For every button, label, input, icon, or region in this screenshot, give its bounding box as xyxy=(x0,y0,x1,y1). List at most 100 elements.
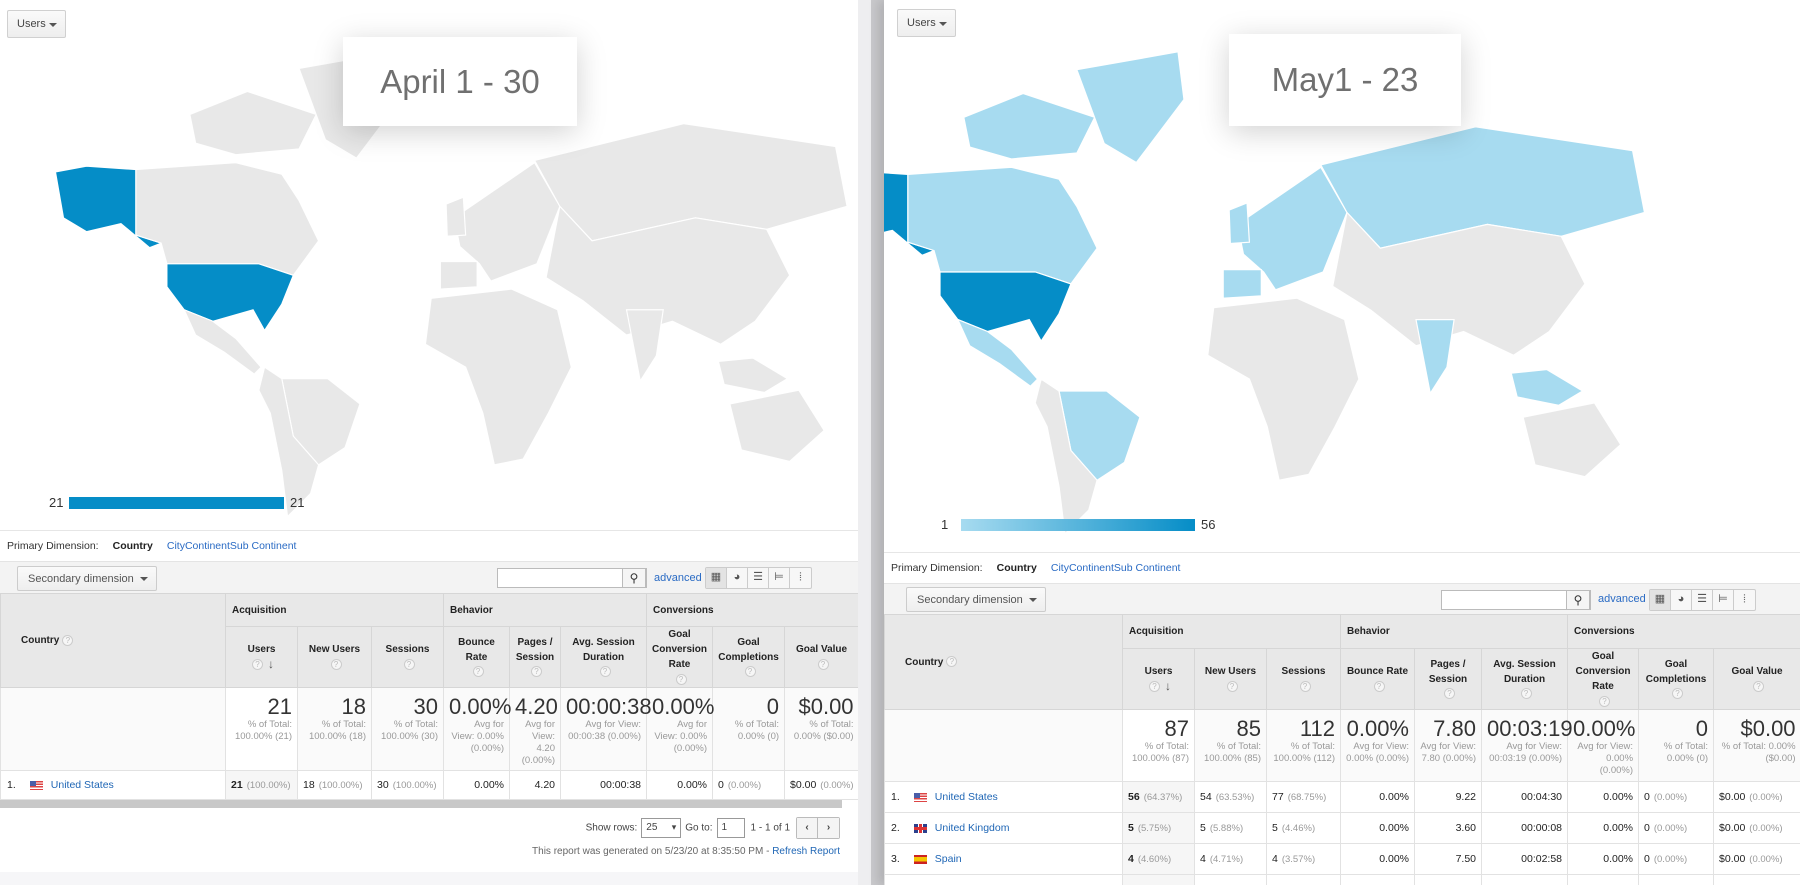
column-header-goal-completions[interactable]: Goal Completions? xyxy=(1638,648,1715,710)
map-region-canada[interactable] xyxy=(907,166,1098,285)
advanced-filter-link[interactable]: advanced xyxy=(654,572,702,584)
view-switcher[interactable]: ▦ ◕ ☰ ⊨ ⦙ xyxy=(705,567,812,589)
map-region-seasia[interactable] xyxy=(1510,368,1584,406)
help-icon[interactable]: ? xyxy=(472,666,484,678)
map-region-spain[interactable] xyxy=(439,260,478,290)
column-header-goal-conversion-rate[interactable]: Goal Conversion Rate? xyxy=(646,626,714,688)
next-page-button[interactable]: › xyxy=(818,818,839,838)
metric-dropdown[interactable]: Users xyxy=(897,9,956,37)
performance-view-icon[interactable]: ☰ xyxy=(748,568,769,588)
help-icon[interactable]: ? xyxy=(1672,688,1684,700)
column-header-new-users[interactable]: New Users? xyxy=(297,626,372,688)
help-icon[interactable]: ? xyxy=(531,666,542,678)
sort-descending-icon[interactable]: ↓ xyxy=(1165,679,1171,693)
comparison-view-icon[interactable]: ⊨ xyxy=(1713,589,1734,610)
column-header-pages-session[interactable]: Pages / Session? xyxy=(509,626,561,688)
map-region-arctic[interactable] xyxy=(963,92,1096,160)
help-icon[interactable]: ? xyxy=(599,666,611,678)
help-icon[interactable]: ? xyxy=(817,658,829,670)
horizontal-scrollbar[interactable] xyxy=(0,800,842,808)
column-header-goal-value[interactable]: Goal Value? xyxy=(1713,648,1800,710)
map-region-uk[interactable] xyxy=(1228,202,1251,245)
map-region-mexico[interactable] xyxy=(183,308,262,375)
refresh-report-link[interactable]: Refresh Report xyxy=(772,846,840,857)
help-icon[interactable]: ? xyxy=(62,634,74,646)
help-icon[interactable]: ? xyxy=(330,658,342,670)
dimension-option-city[interactable]: City xyxy=(1051,562,1069,574)
map-region-greenland[interactable] xyxy=(1076,51,1185,164)
column-header-bounce-rate[interactable]: Bounce Rate? xyxy=(443,626,510,688)
column-header-goal-value[interactable]: Goal Value? xyxy=(784,626,858,688)
column-header-avg-session-duration[interactable]: Avg. Session Duration? xyxy=(1480,648,1569,710)
map-region-australia[interactable] xyxy=(1522,402,1622,478)
secondary-dimension-dropdown[interactable]: Secondary dimension xyxy=(17,565,157,591)
column-header-sessions[interactable]: Sessions? xyxy=(1266,648,1341,710)
column-header-users[interactable]: Users? ↓ xyxy=(1122,648,1195,710)
column-header-bounce-rate[interactable]: Bounce Rate? xyxy=(1340,648,1415,710)
map-region-usa[interactable] xyxy=(939,271,1072,343)
pie-view-icon[interactable]: ◕ xyxy=(1671,589,1692,610)
sort-descending-icon[interactable]: ↓ xyxy=(268,657,274,671)
pie-view-icon[interactable]: ◕ xyxy=(727,568,748,588)
help-icon[interactable]: ? xyxy=(675,673,687,685)
comparison-view-icon[interactable]: ⊨ xyxy=(769,568,790,588)
dimension-option-continent[interactable]: Continent xyxy=(1069,562,1114,574)
goto-input[interactable]: 1 xyxy=(716,818,745,838)
show-rows-select[interactable]: 25 ▾ xyxy=(641,818,682,838)
map-region-seasia[interactable] xyxy=(717,357,789,394)
help-icon[interactable]: ? xyxy=(403,658,415,670)
map-region-uk[interactable] xyxy=(445,196,467,237)
advanced-filter-link[interactable]: advanced xyxy=(1598,593,1646,605)
dimension-option-city[interactable]: City xyxy=(167,540,185,552)
dimension-option-continent[interactable]: Continent xyxy=(185,540,230,552)
map-region-india[interactable] xyxy=(625,309,664,383)
country-link[interactable]: Spain xyxy=(935,853,962,865)
secondary-dimension-dropdown[interactable]: Secondary dimension xyxy=(906,587,1046,612)
map-region-africa[interactable] xyxy=(1207,297,1360,481)
pivot-view-icon[interactable]: ⦙ xyxy=(1734,590,1755,610)
search-button[interactable]: ⚲ xyxy=(1566,589,1590,610)
table-view-icon[interactable]: ▦ xyxy=(706,568,727,588)
column-header-new-users[interactable]: New Users? xyxy=(1194,648,1267,710)
help-icon[interactable]: ? xyxy=(946,656,958,668)
view-switcher[interactable]: ▦ ◕ ☰ ⊨ ⦙ xyxy=(1649,588,1756,611)
map-region-mexico[interactable] xyxy=(956,318,1039,388)
map-region-india[interactable] xyxy=(1415,318,1455,395)
help-icon[interactable]: ? xyxy=(252,659,263,671)
map-region-canada[interactable] xyxy=(135,162,320,276)
table-view-icon[interactable]: ▦ xyxy=(1650,589,1671,610)
column-header-country[interactable]: Country? xyxy=(0,593,226,688)
help-icon[interactable]: ? xyxy=(744,666,756,678)
column-header-goal-completions[interactable]: Goal Completions? xyxy=(712,626,786,688)
help-icon[interactable]: ? xyxy=(1226,680,1238,692)
column-header-pages-session[interactable]: Pages / Session? xyxy=(1414,648,1482,710)
column-header-sessions[interactable]: Sessions? xyxy=(371,626,444,688)
map-region-australia[interactable] xyxy=(729,389,825,463)
performance-view-icon[interactable]: ☰ xyxy=(1692,589,1713,610)
help-icon[interactable]: ? xyxy=(1753,680,1765,692)
country-link[interactable]: United States xyxy=(51,779,114,791)
column-header-goal-conversion-rate[interactable]: Goal Conversion Rate? xyxy=(1567,648,1640,710)
column-header-users[interactable]: Users? ↓ xyxy=(225,626,298,688)
help-icon[interactable]: ? xyxy=(1520,688,1532,700)
help-icon[interactable]: ? xyxy=(1373,680,1385,692)
dimension-option-sub-continent[interactable]: Sub Continent xyxy=(1114,562,1181,574)
help-icon[interactable]: ? xyxy=(1299,680,1311,692)
map-region-spain[interactable] xyxy=(1222,269,1262,299)
table-search-input[interactable]: ⚲ xyxy=(497,568,647,588)
column-header-avg-session-duration[interactable]: Avg. Session Duration? xyxy=(559,626,648,688)
column-header-country[interactable]: Country? xyxy=(884,614,1123,710)
map-region-usa[interactable] xyxy=(166,263,295,332)
country-link[interactable]: United States xyxy=(935,791,998,803)
map-region-africa[interactable] xyxy=(424,288,572,466)
map-region-arctic[interactable] xyxy=(189,90,318,156)
help-icon[interactable]: ? xyxy=(1599,695,1611,707)
table-search-input[interactable]: ⚲ xyxy=(1441,589,1591,610)
search-button[interactable]: ⚲ xyxy=(622,568,646,588)
previous-page-button[interactable]: ‹ xyxy=(797,818,818,838)
dimension-option-sub-continent[interactable]: Sub Continent xyxy=(230,540,297,552)
help-icon[interactable]: ? xyxy=(1149,681,1160,693)
pivot-view-icon[interactable]: ⦙ xyxy=(790,568,811,588)
help-icon[interactable]: ? xyxy=(1444,688,1455,700)
country-link[interactable]: United Kingdom xyxy=(935,822,1010,834)
